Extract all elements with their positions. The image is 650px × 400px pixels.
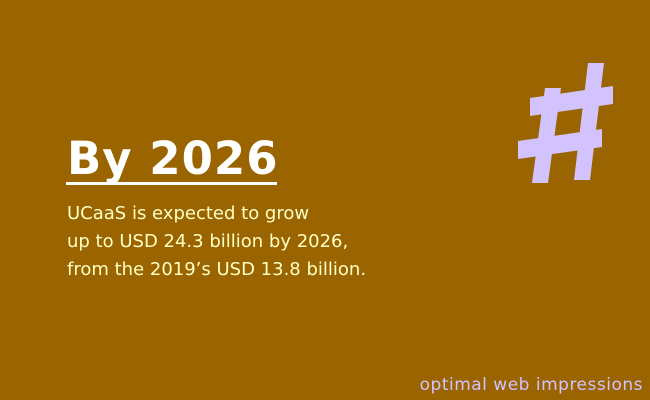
headline: By 2026 [67,132,279,185]
brand-watermark: optimal web impressions [419,375,643,395]
stat-line-2: up to USD 24.3 billion by 2026, [67,231,349,252]
hash-icon [518,63,613,183]
infographic-card: By 2026 UCaaS is expected to grow up to … [0,0,650,400]
stat-description: UCaaS is expected to grow up to USD 24.3… [67,200,447,284]
stat-line-3: from the 2019’s USD 13.8 billion. [67,259,367,280]
stat-line-1: UCaaS is expected to grow [67,203,310,224]
headline-underline [66,182,277,185]
